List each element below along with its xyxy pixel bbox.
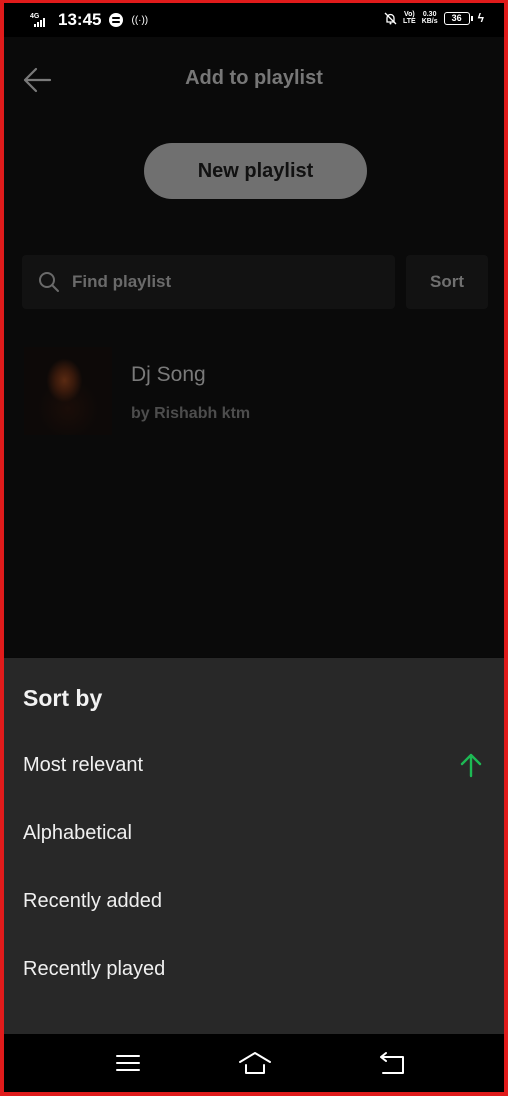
playlist-item[interactable]: Dj Song by Rishabh ktm <box>24 345 484 435</box>
sort-by-sheet: Sort by Most relevant Alphabetical Recen… <box>4 658 504 1034</box>
clock: 13:45 <box>58 10 102 29</box>
sort-option-recently-played[interactable]: Recently played <box>4 940 504 1000</box>
new-playlist-button[interactable]: New playlist <box>144 143 367 199</box>
system-navigation-bar <box>4 1034 504 1092</box>
arrow-up-icon <box>460 753 482 778</box>
charging-icon: ϟ <box>477 11 484 25</box>
page-title: Add to playlist <box>185 67 323 89</box>
lte-label: LTE <box>402 18 416 25</box>
sort-option-label: Recently added <box>23 890 162 912</box>
hotspot-icon: ((·)) <box>131 14 149 26</box>
volte-indicator: Vo) LTE <box>403 11 416 25</box>
sort-option-label: Most relevant <box>23 754 144 776</box>
battery-level: 36 <box>451 12 462 23</box>
sort-option-label: Recently played <box>23 958 166 980</box>
sort-option-alphabetical[interactable]: Alphabetical <box>4 804 504 864</box>
sort-option-most-relevant[interactable]: Most relevant <box>4 736 504 796</box>
sort-option-label: Alphabetical <box>23 822 132 844</box>
status-bar: 4G 13:45 ((·)) Vo) LTE 0.30 KB/s 36 ϟ <box>4 3 504 37</box>
return-icon <box>380 1052 404 1074</box>
back-nav-button[interactable] <box>374 1048 410 1078</box>
playlist-cover-image <box>24 347 112 435</box>
add-to-playlist-screen: Add to playlist New playlist Sort Dj Son… <box>4 37 504 657</box>
playlist-owner: by Rishabh ktm <box>131 405 251 422</box>
battery-icon: 36 <box>443 11 473 25</box>
recent-apps-button[interactable] <box>110 1048 146 1078</box>
search-input[interactable] <box>72 272 352 292</box>
status-right: Vo) LTE 0.30 KB/s 36 ϟ <box>384 11 484 25</box>
find-playlist-search[interactable] <box>22 255 395 309</box>
volte-label: Vo) <box>403 11 415 18</box>
sort-option-recently-added[interactable]: Recently added <box>4 872 504 932</box>
spotify-notification-icon <box>109 13 124 27</box>
search-icon <box>39 272 59 292</box>
speed-value: 0.30 <box>422 11 437 18</box>
sort-button[interactable]: Sort <box>406 255 488 309</box>
playlist-title: Dj Song <box>131 363 206 386</box>
network-speed: 0.30 KB/s <box>422 11 438 25</box>
sheet-title: Sort by <box>23 685 103 711</box>
status-left: 4G 13:45 ((·)) <box>30 10 148 30</box>
menu-icon <box>116 1055 140 1071</box>
home-button[interactable] <box>237 1048 273 1078</box>
mute-bell-icon <box>384 12 397 24</box>
home-icon <box>239 1052 271 1074</box>
signal-icon: 4G <box>30 13 50 27</box>
speed-unit: KB/s <box>421 18 438 25</box>
phone-screen: 4G 13:45 ((·)) Vo) LTE 0.30 KB/s 36 ϟ Ad… <box>4 3 504 1092</box>
